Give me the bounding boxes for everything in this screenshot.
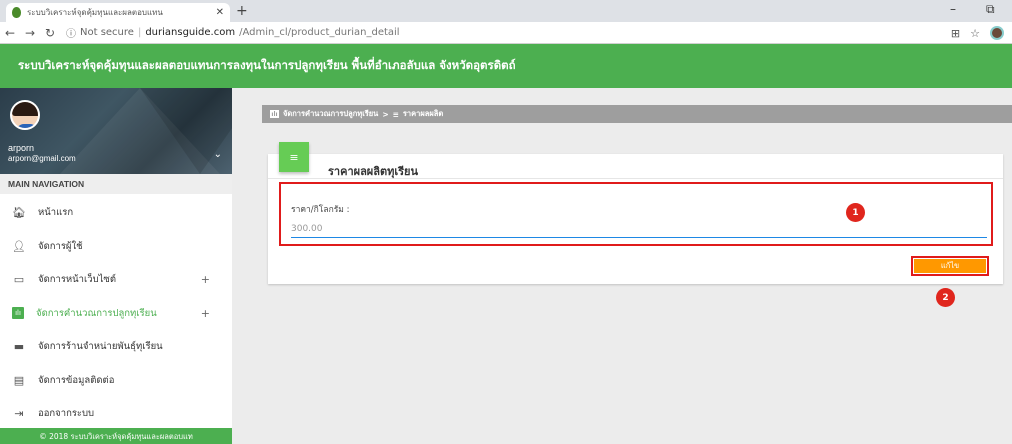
price-field-highlight: ราคา/กิโลกรัม : [279,182,993,246]
restore-icon[interactable]: ⧉ [986,2,995,17]
store-icon: ▬ [13,340,25,354]
sidebar-item-label: จัดการหน้าเว็บไซต์ [38,274,117,286]
card-header: ≡ ราคาผลผลิตทุเรียน [268,142,1003,179]
url-path: /Admin_cl/product_durian_detail [239,27,400,38]
info-icon[interactable]: ⓘ [66,25,76,40]
sidebar-item-label: ออกจากระบบ [38,408,95,420]
list-icon: ≡ [392,109,399,119]
sidebar-item-store[interactable]: ▬ จัดการร้านจำหน่ายพันธุ์ทุเรียน [0,330,232,364]
sidebar-footer: © 2018 ระบบวิเคราะห์จุดคุ้มทุนและผลตอบแท [0,428,232,444]
sidebar-item-logout[interactable]: ⇥ ออกจากระบบ [0,397,232,431]
translate-icon[interactable]: ⊞ [951,27,960,40]
sidebar-item-label: จัดการผู้ใช้ [38,240,83,252]
new-tab-icon[interactable]: + [236,3,248,19]
user-email: arporn@gmail.com [8,154,76,163]
price-per-kg-input[interactable] [291,220,987,238]
step-marker-1: 1 [846,203,865,222]
user-icon: 👤︎ [12,239,26,253]
breadcrumb-current: ราคาผลผลิต [402,109,444,118]
profile-avatar-icon[interactable] [990,26,1004,40]
chevron-down-icon[interactable]: ⌄ [214,149,222,160]
app-title: ระบบวิเคราะห์จุดคุ้มทุนและผลตอบแทนการลงท… [18,58,516,72]
breadcrumb-separator: > [382,109,389,119]
sidebar-item-contact[interactable]: ▤ จัดการข้อมูลติดต่อ [0,364,232,398]
contact-icon: ▤ [13,373,25,387]
browser-tab-bar: ระบบวิเคราะห์จุดคุ้มทุนและผลตอบแทน ✕ + –… [0,0,1012,22]
sidebar: arporn arporn@gmail.com ⌄ MAIN NAVIGATIO… [0,88,232,444]
reload-icon[interactable]: ↻ [40,26,60,40]
edit-button-highlight: แก้ไข [911,256,989,276]
card-title: ราคาผลผลิตทุเรียน [328,165,419,178]
nav-list: 🏠︎ หน้าแรก 👤︎ จัดการผู้ใช้ ▭ จัดการหน้าเ… [0,196,232,431]
browser-tab[interactable]: ระบบวิเคราะห์จุดคุ้มทุนและผลตอบแทน ✕ [6,3,230,22]
home-icon: 🏠︎ [12,206,26,220]
logout-icon: ⇥ [14,407,24,421]
chart-icon: ılı [270,110,279,118]
step-marker-2: 2 [936,288,955,307]
url-field[interactable]: ⓘ Not secure | duriansguide.com/Admin_cl… [66,25,400,40]
price-field-label: ราคา/กิโลกรัม : [291,205,350,215]
star-icon[interactable]: ☆ [970,27,980,40]
sidebar-item-users[interactable]: 👤︎ จัดการผู้ใช้ [0,230,232,264]
sidebar-item-calculation[interactable]: ılı จัดการคำนวณการปลูกทุเรียน + [0,297,232,331]
list-icon: ≡ [279,142,309,172]
expand-plus-icon[interactable]: + [201,273,210,286]
web-icon: ▭ [13,273,25,287]
sidebar-item-website[interactable]: ▭ จัดการหน้าเว็บไซต์ + [0,263,232,297]
price-card: ≡ ราคาผลผลิตทุเรียน ราคา/กิโลกรัม : 1 แก… [268,142,1003,284]
address-bar: ← → ↻ ⓘ Not secure | duriansguide.com/Ad… [0,22,1012,44]
edit-button[interactable]: แก้ไข [914,259,986,273]
user-panel: arporn arporn@gmail.com ⌄ [0,88,232,174]
app-header: ระบบวิเคราะห์จุดคุ้มทุนและผลตอบแทนการลงท… [0,44,1012,88]
url-host: duriansguide.com [145,27,236,38]
breadcrumb-parent[interactable]: จัดการคำนวณการปลูกทุเรียน [283,108,378,120]
nav-section-header: MAIN NAVIGATION [0,174,232,194]
tab-title: ระบบวิเคราะห์จุดคุ้มทุนและผลตอบแทน [27,8,163,17]
sidebar-item-label: จัดการข้อมูลติดต่อ [38,374,115,386]
user-name: arporn [8,143,35,153]
sidebar-item-label: จัดการร้านจำหน่ายพันธุ์ทุเรียน [38,341,163,353]
breadcrumb: ılı จัดการคำนวณการปลูกทุเรียน > ≡ ราคาผล… [262,105,1012,123]
sidebar-item-home[interactable]: 🏠︎ หน้าแรก [0,196,232,230]
chart-icon: ılı [12,307,24,320]
expand-plus-icon[interactable]: + [201,307,210,320]
durian-favicon-icon [12,7,21,18]
not-secure-label: Not secure [80,27,134,38]
back-icon[interactable]: ← [0,26,20,40]
forward-icon[interactable]: → [20,26,40,40]
avatar[interactable] [10,100,40,130]
minimize-icon[interactable]: – [950,2,956,16]
sidebar-item-label: หน้าแรก [38,207,74,219]
close-tab-icon[interactable]: ✕ [216,7,224,18]
sidebar-item-label: จัดการคำนวณการปลูกทุเรียน [36,307,157,319]
